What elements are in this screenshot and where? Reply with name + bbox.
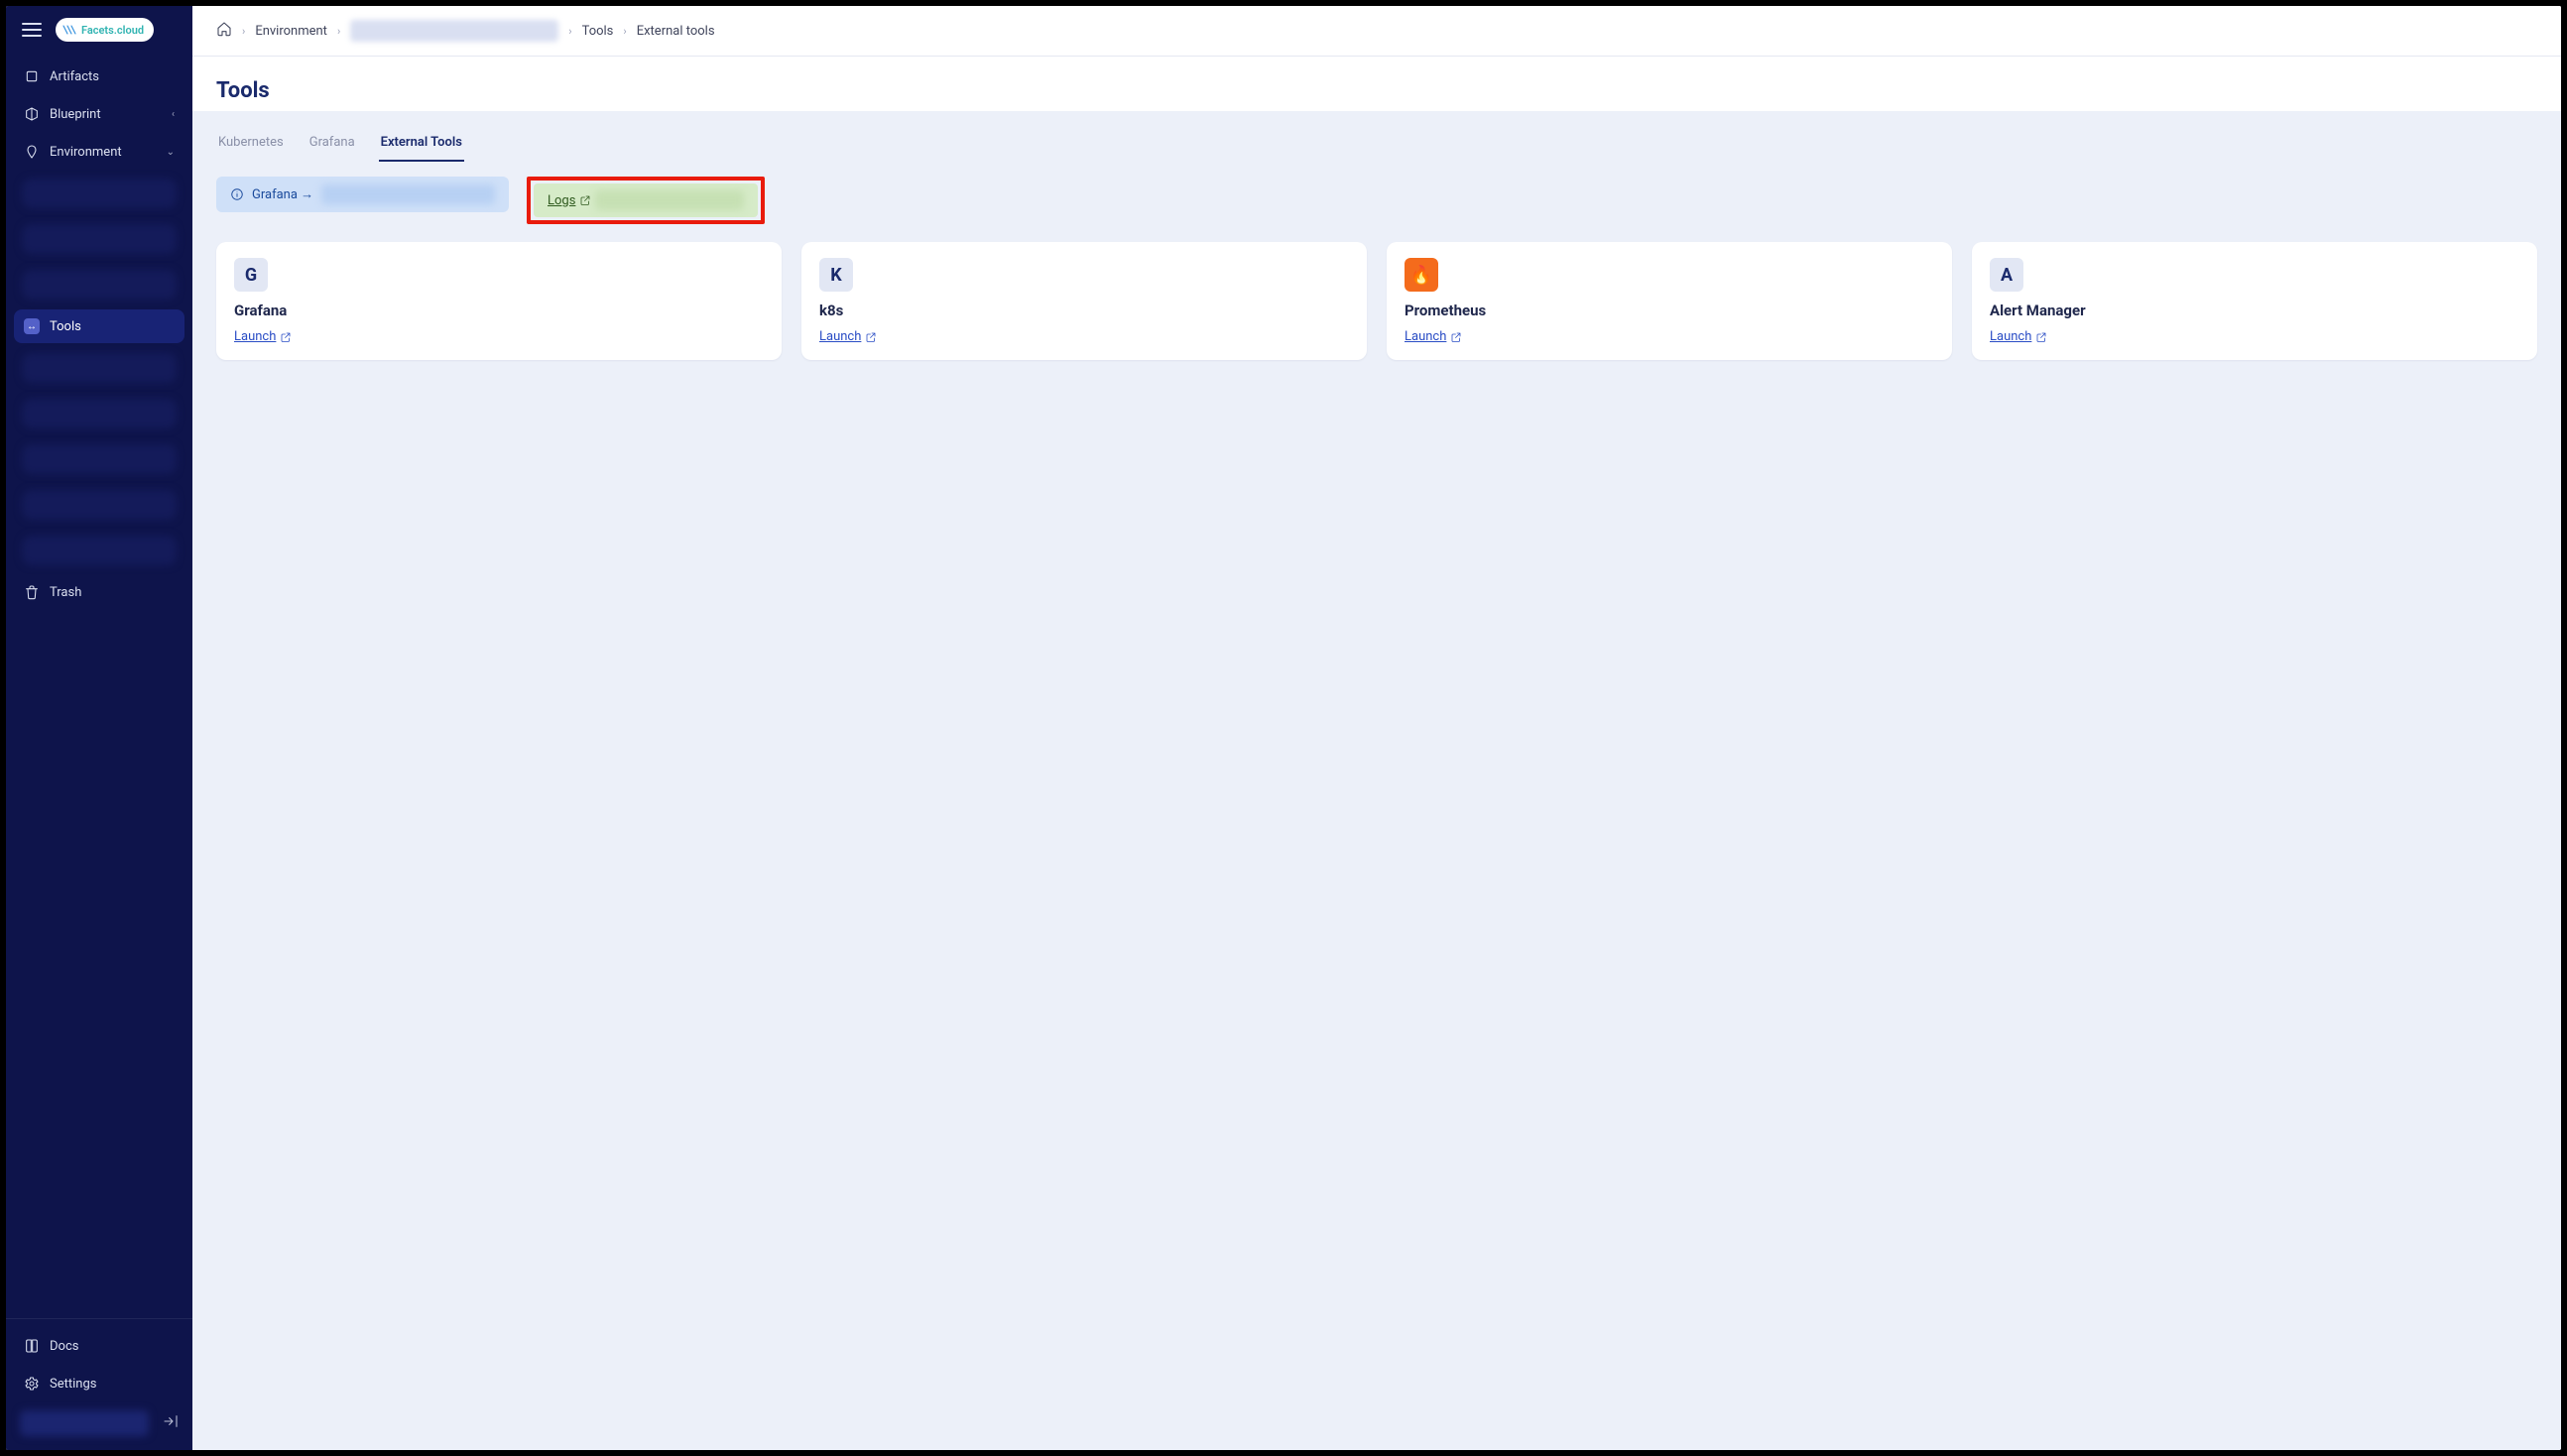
tab-kubernetes[interactable]: Kubernetes	[216, 129, 286, 162]
tab-grafana[interactable]: Grafana	[307, 129, 357, 162]
tool-card-grafana: G Grafana Launch	[216, 242, 782, 360]
logo[interactable]: Facets.cloud	[56, 18, 154, 42]
redacted-breadcrumb-env-name	[350, 20, 558, 42]
chevron-left-icon: ‹	[172, 109, 175, 120]
redacted-nav-item	[22, 179, 177, 208]
launch-link-label: Launch	[1990, 329, 2031, 344]
external-link-icon	[2035, 331, 2047, 343]
sidebar-item-docs[interactable]: Docs	[14, 1329, 184, 1363]
tool-title: Alert Manager	[1990, 302, 2519, 319]
sidebar-item-label: Artifacts	[50, 69, 99, 84]
redacted-nav-item	[22, 444, 177, 474]
redacted-text	[595, 190, 744, 210]
breadcrumb: › Environment › › Tools › External tools	[192, 6, 2561, 57]
logo-icon	[61, 22, 77, 38]
tool-badge-k8s: K	[819, 258, 853, 292]
external-link-icon	[1450, 331, 1462, 343]
tool-cards: G Grafana Launch K k8s Launch	[192, 224, 2561, 378]
breadcrumb-tools[interactable]: Tools	[582, 24, 614, 39]
chevron-down-icon: ⌄	[167, 147, 175, 158]
sidebar-item-label: Trash	[50, 585, 81, 600]
sidebar-item-label: Blueprint	[50, 107, 101, 122]
tool-card-prometheus: 🔥 Prometheus Launch	[1387, 242, 1952, 360]
tool-card-k8s: K k8s Launch	[801, 242, 1367, 360]
home-icon[interactable]	[216, 21, 232, 41]
sidebar-item-label: Docs	[50, 1339, 78, 1354]
main-content: › Environment › › Tools › External tools…	[192, 6, 2561, 1450]
redacted-nav-item	[22, 536, 177, 565]
launch-link-label: Launch	[234, 329, 276, 344]
tool-title: Grafana	[234, 302, 764, 319]
sidebar-item-environment[interactable]: Environment ⌄	[14, 135, 184, 169]
tools-icon: ↔	[24, 318, 40, 334]
sidebar-item-label: Environment	[50, 145, 122, 160]
tool-badge-alert-manager: A	[1990, 258, 2023, 292]
tool-card-alert-manager: A Alert Manager Launch	[1972, 242, 2537, 360]
external-link-icon	[579, 194, 591, 206]
tool-title: k8s	[819, 302, 1349, 319]
bottom-nav: Docs Settings	[6, 1329, 192, 1400]
redacted-nav-item	[22, 353, 177, 383]
tool-badge-grafana: G	[234, 258, 268, 292]
redacted-nav-item	[22, 270, 177, 300]
breadcrumb-separator: ›	[337, 25, 340, 38]
logs-pill-label: Logs	[548, 193, 575, 208]
external-link-icon	[865, 331, 877, 343]
info-icon	[230, 187, 244, 201]
sidebar-item-blueprint[interactable]: Blueprint ‹	[14, 97, 184, 131]
tool-title: Prometheus	[1405, 302, 1934, 319]
redacted-nav-item	[22, 399, 177, 428]
sidebar-item-label: Tools	[50, 319, 81, 334]
launch-link-label: Launch	[1405, 329, 1446, 344]
launch-link-label: Launch	[819, 329, 861, 344]
tab-external-tools[interactable]: External Tools	[379, 129, 464, 162]
breadcrumb-external-tools[interactable]: External tools	[637, 24, 715, 39]
tool-badge-prometheus: 🔥	[1405, 258, 1438, 292]
sidebar-item-tools[interactable]: ↔ Tools	[14, 309, 184, 343]
launch-link-grafana[interactable]: Launch	[234, 329, 764, 344]
redacted-text	[321, 184, 495, 204]
breadcrumb-separator: ›	[242, 25, 245, 38]
sidebar: Facets.cloud Artifacts Blueprint ‹	[6, 6, 192, 1450]
external-link-icon	[280, 331, 292, 343]
launch-link-alert-manager[interactable]: Launch	[1990, 329, 2519, 344]
environment-icon	[24, 144, 40, 160]
blueprint-icon	[24, 106, 40, 122]
artifacts-icon	[24, 68, 40, 84]
sidebar-item-artifacts[interactable]: Artifacts	[14, 60, 184, 93]
sidebar-item-settings[interactable]: Settings	[14, 1367, 184, 1400]
docs-icon	[24, 1338, 40, 1354]
launch-link-prometheus[interactable]: Launch	[1405, 329, 1934, 344]
grafana-pill-label: Grafana →	[252, 186, 313, 202]
logs-link-pill[interactable]: Logs	[534, 183, 758, 217]
tabs: Kubernetes Grafana External Tools	[216, 129, 2537, 163]
breadcrumb-separator: ›	[623, 25, 626, 38]
main-nav: Artifacts Blueprint ‹ Environment ⌄	[6, 52, 192, 609]
trash-icon	[24, 584, 40, 600]
redacted-nav-item	[22, 224, 177, 254]
sidebar-item-label: Settings	[50, 1377, 96, 1392]
breadcrumb-environment[interactable]: Environment	[255, 24, 327, 39]
highlighted-logs-box: Logs	[527, 177, 765, 224]
menu-toggle-icon[interactable]	[22, 20, 42, 40]
launch-link-k8s[interactable]: Launch	[819, 329, 1349, 344]
sidebar-item-trash[interactable]: Trash	[14, 575, 184, 609]
gear-icon	[24, 1376, 40, 1392]
logo-text: Facets.cloud	[81, 24, 144, 37]
redacted-nav-item	[22, 490, 177, 520]
logout-icon[interactable]	[163, 1413, 179, 1433]
redacted-user-info	[20, 1410, 149, 1436]
breadcrumb-separator: ›	[568, 25, 571, 38]
grafana-link-pill[interactable]: Grafana →	[216, 177, 509, 212]
page-title: Tools	[216, 78, 2537, 103]
